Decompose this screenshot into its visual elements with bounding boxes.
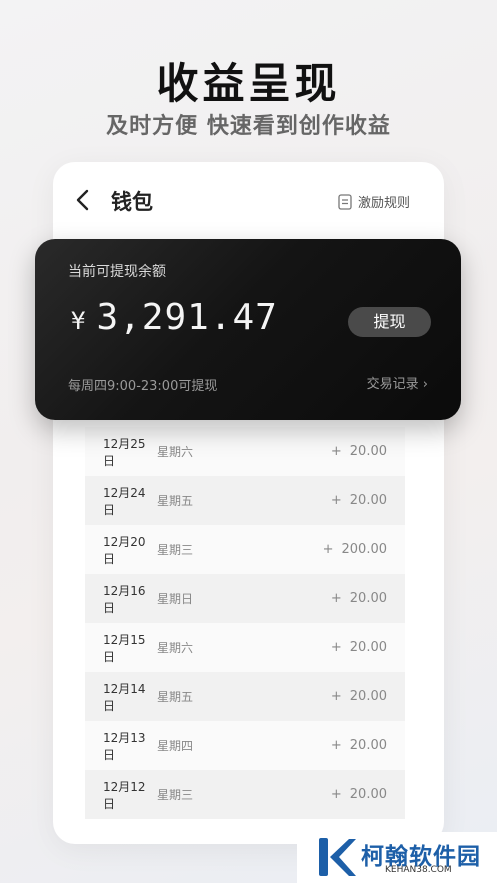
plus-sign: + (330, 493, 342, 508)
transaction-weekday: 星期五 (157, 494, 194, 508)
transaction-amount: +20.00 (331, 738, 387, 753)
balance-card: 当前可提现余额 ¥3,291.47 提现 每周四9:00-23:00可提现 交易… (35, 239, 461, 420)
plus-sign: + (322, 542, 334, 557)
transaction-date: 12月24日 (103, 485, 146, 517)
plus-sign: + (330, 591, 342, 606)
transaction-date: 12月13日 (103, 730, 146, 762)
plus-sign: + (330, 689, 342, 704)
amount-value: 20.00 (349, 787, 387, 802)
withdraw-hours: 每周四9:00-23:00可提现 (68, 379, 218, 394)
headline-subtitle: 及时方便 快速看到创作收益 (106, 114, 391, 139)
currency-symbol: ¥ (71, 307, 87, 335)
document-icon (338, 193, 352, 210)
balance-value: 3,291.47 (96, 297, 278, 338)
amount-value: 200.00 (341, 542, 388, 557)
site-watermark: 柯翰软件园 KEHAN38.COM (297, 832, 497, 883)
transaction-weekday: 星期三 (157, 788, 194, 802)
transaction-date: 12月20日 (103, 534, 146, 566)
transaction-amount: +20.00 (331, 444, 387, 459)
wallet-topbar: 钱包 激励规则 (53, 162, 444, 242)
plus-sign: + (330, 444, 342, 459)
transaction-amount: +20.00 (331, 689, 387, 704)
transaction-date: 12月25日 (103, 436, 146, 468)
transaction-weekday: 星期四 (157, 739, 194, 753)
amount-value: 20.00 (349, 640, 387, 655)
amount-value: 20.00 (349, 444, 387, 459)
transaction-list: 12月25日 星期六 +20.00 12月24日 星期五 +20.00 12月20日 星期三 +… (85, 427, 405, 819)
transaction-date: 12月14日 (103, 681, 146, 713)
k-logo-icon (319, 838, 356, 876)
transaction-row: 12月16日 星期日 +20.00 (85, 574, 405, 623)
balance-amount: ¥3,291.47 (71, 297, 278, 338)
watermark-url: KEHAN38.COM (385, 865, 452, 875)
transaction-weekday: 星期日 (157, 592, 194, 606)
transaction-records-link[interactable]: 交易记录 › (367, 373, 428, 392)
plus-sign: + (330, 738, 342, 753)
transaction-row: 12月14日 星期五 +20.00 (85, 672, 405, 721)
plus-sign: + (330, 640, 342, 655)
transaction-weekday: 星期五 (157, 690, 194, 704)
incentive-rules-link[interactable]: 激励规则 (338, 192, 410, 211)
balance-label: 当前可提现余额 (68, 264, 166, 280)
transaction-weekday: 星期六 (157, 445, 194, 459)
transaction-date: 12月15日 (103, 632, 146, 664)
incentive-rules-label: 激励规则 (357, 196, 410, 211)
transaction-row: 12月24日 星期五 +20.00 (85, 476, 405, 525)
transaction-row: 12月13日 星期四 +20.00 (85, 721, 405, 770)
transaction-amount: +20.00 (331, 787, 387, 802)
transaction-row: 12月15日 星期六 +20.00 (85, 623, 405, 672)
page-title: 钱包 (111, 190, 153, 214)
transaction-amount: +20.00 (331, 640, 387, 655)
headline-title: 收益呈现 (156, 59, 341, 108)
transaction-weekday: 星期三 (157, 543, 194, 557)
plus-sign: + (330, 787, 342, 802)
transaction-amount: +20.00 (331, 493, 387, 508)
transaction-date: 12月12日 (103, 779, 146, 811)
withdraw-button[interactable]: 提现 (348, 307, 431, 337)
transaction-row: 12月12日 星期三 +20.00 (85, 770, 405, 819)
transaction-row: 12月20日 星期三 +200.00 (85, 525, 405, 574)
transaction-amount: +20.00 (331, 591, 387, 606)
amount-value: 20.00 (349, 689, 387, 704)
amount-value: 20.00 (349, 591, 387, 606)
transaction-weekday: 星期六 (157, 641, 194, 655)
transaction-date: 12月16日 (103, 583, 146, 615)
transaction-row: 12月25日 星期六 +20.00 (85, 427, 405, 476)
amount-value: 20.00 (349, 738, 387, 753)
back-arrow-icon[interactable] (73, 187, 95, 213)
amount-value: 20.00 (349, 493, 387, 508)
transaction-amount: +200.00 (323, 542, 387, 557)
